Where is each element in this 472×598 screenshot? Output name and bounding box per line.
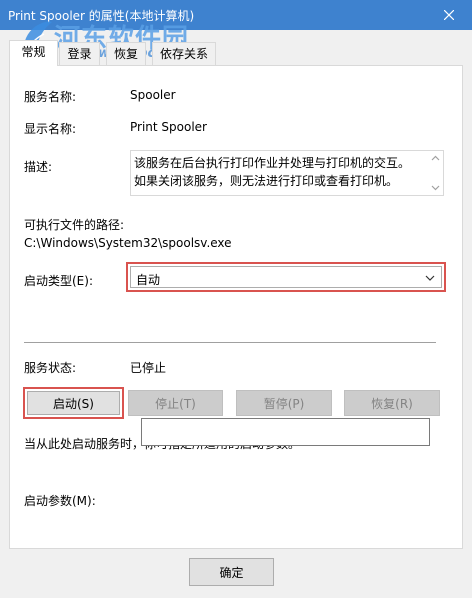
startup-type-select[interactable]: 自动 [130, 266, 442, 288]
startup-type-highlight: 自动 [126, 262, 446, 292]
divider [24, 342, 436, 343]
close-icon [444, 10, 454, 20]
startup-type-label: 启动类型(E): [24, 274, 93, 288]
service-name-value: Spooler [130, 88, 176, 102]
tab-recovery[interactable]: 恢复 [106, 42, 146, 65]
stop-button[interactable]: 停止(T) [128, 390, 223, 416]
scroll-up-icon[interactable] [431, 154, 440, 163]
description-label: 描述: [24, 160, 53, 174]
description-text: 该服务在后台执行打印作业并处理与打印机的交互。如果关闭该服务，则无法进行打印或查… [134, 156, 411, 188]
title-bar: Print Spooler 的属性(本地计算机) [0, 0, 472, 30]
exe-path-label: 可执行文件的路径: [24, 218, 125, 232]
service-status-label: 服务状态: [24, 361, 77, 375]
start-button[interactable]: 启动(S) [27, 391, 120, 415]
close-button[interactable] [426, 0, 472, 30]
display-name-label: 显示名称: [24, 122, 77, 136]
resume-button[interactable]: 恢复(R) [344, 390, 440, 416]
tab-logon[interactable]: 登录 [59, 42, 100, 65]
service-status-value: 已停止 [130, 361, 167, 375]
startup-type-value: 自动 [136, 273, 161, 287]
general-panel: 服务名称: Spooler 显示名称: Print Spooler 描述: 该服… [9, 65, 463, 549]
exe-path-value: C:\Windows\System32\spoolsv.exe [24, 236, 232, 250]
service-name-label: 服务名称: [24, 90, 77, 104]
window-title: Print Spooler 的属性(本地计算机) [8, 9, 195, 23]
start-params-input[interactable] [141, 418, 430, 446]
tab-general[interactable]: 常规 [9, 40, 58, 66]
description-box[interactable]: 该服务在后台执行打印作业并处理与打印机的交互。如果关闭该服务，则无法进行打印或查… [130, 150, 444, 196]
start-params-label: 启动参数(M): [24, 494, 96, 508]
scroll-down-icon[interactable] [431, 183, 440, 192]
pause-button[interactable]: 暂停(P) [236, 390, 332, 416]
description-scrollbar[interactable] [428, 151, 443, 195]
chevron-down-icon [425, 275, 435, 281]
ok-button[interactable]: 确定 [189, 558, 274, 586]
start-button-highlight: 启动(S) [23, 387, 124, 419]
tab-dependencies[interactable]: 依存关系 [152, 42, 216, 65]
display-name-value: Print Spooler [130, 120, 207, 134]
